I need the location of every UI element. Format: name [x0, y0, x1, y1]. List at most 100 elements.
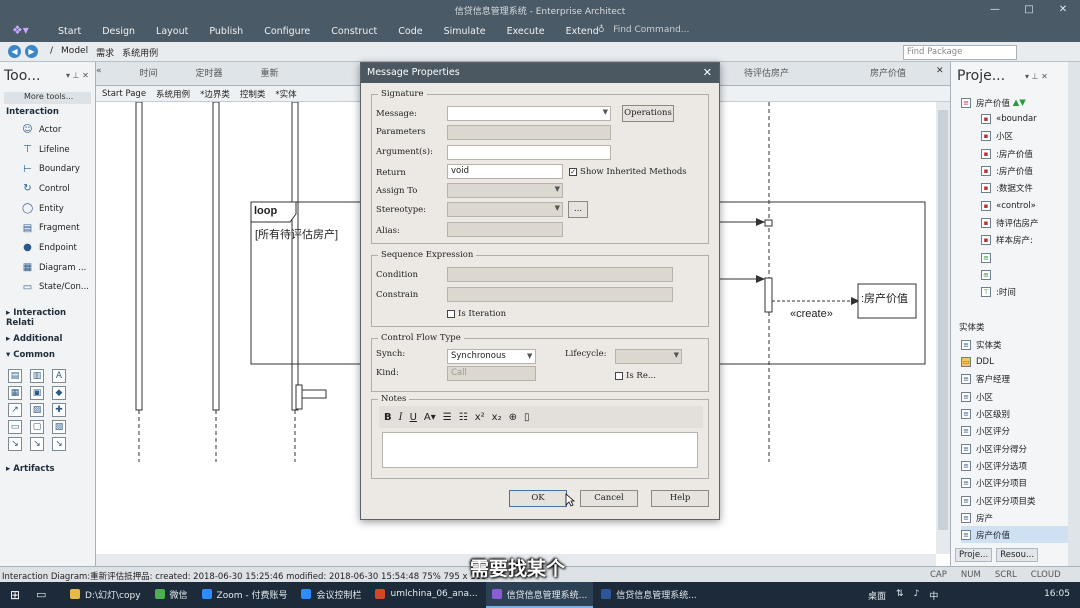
folder-icon[interactable]: ▭: [8, 420, 22, 435]
task-view-icon[interactable]: ▭: [36, 588, 46, 601]
tree-item[interactable]: ⊤:时间: [981, 283, 1080, 300]
object-label[interactable]: :房产价值: [861, 290, 908, 306]
synch-select[interactable]: Synchronous: [447, 349, 536, 364]
windows-start-icon[interactable]: ⊞: [10, 588, 20, 602]
close-icon[interactable]: ✕: [703, 66, 712, 79]
diagram-tab-value[interactable]: 房产价值: [870, 66, 906, 79]
note-icon[interactable]: ▤: [8, 369, 22, 384]
minimize-button[interactable]: —: [978, 0, 1012, 20]
entity-item[interactable]: ▭ DDL: [961, 353, 1079, 370]
trace-icon[interactable]: ↘: [30, 437, 44, 452]
diagram-tab-reassess[interactable]: 重新: [261, 66, 279, 79]
tool-diagram[interactable]: ▦ Diagram ...: [0, 258, 95, 278]
is-iteration-checkbox[interactable]: Is Iteration: [447, 309, 506, 319]
entity-section-header[interactable]: 实体类: [959, 321, 985, 333]
taskbar-app-meeting-controls[interactable]: 会议控制栏: [295, 582, 367, 608]
tree-item[interactable]: ▪:房产价值: [981, 162, 1080, 179]
tree-item[interactable]: ▪ «control»: [981, 197, 1080, 214]
menu-construct[interactable]: Construct: [331, 26, 377, 37]
breadcrumb-requirements[interactable]: 需求: [96, 46, 114, 59]
tree-root-value[interactable]: ≡ 房产价值 ▲ ▼: [961, 94, 1079, 111]
text-icon[interactable]: A: [52, 369, 66, 384]
image-icon[interactable]: ▨: [30, 403, 44, 418]
font-color-icon[interactable]: A▾: [424, 412, 436, 423]
diagram-tab-pending[interactable]: 待评估房产: [744, 66, 789, 79]
entity-item[interactable]: ≡ 小区评分选项: [961, 457, 1079, 474]
more-tools-button[interactable]: More tools...: [4, 92, 91, 104]
lifecycle-select[interactable]: ▼: [615, 349, 682, 364]
menu-extend[interactable]: Extend: [566, 26, 599, 37]
tool-state[interactable]: ▭ State/Con...: [0, 278, 95, 298]
tab-entity[interactable]: *实体: [275, 88, 296, 100]
forward-icon[interactable]: ▶: [25, 45, 38, 58]
tool-lifeline[interactable]: ⊤ Lifeline: [0, 140, 95, 160]
ime-indicator[interactable]: 中: [929, 589, 938, 602]
section-artifacts[interactable]: ▸ Artifacts: [0, 461, 95, 477]
menu-publish[interactable]: Publish: [209, 26, 243, 37]
ok-button[interactable]: OK: [509, 490, 567, 507]
return-field[interactable]: void: [447, 164, 563, 179]
constraint-icon[interactable]: ▥: [30, 369, 44, 384]
operations-button[interactable]: Operations: [622, 105, 674, 122]
parameters-field[interactable]: [447, 125, 611, 140]
show-inherited-checkbox[interactable]: ✓ Show Inherited Methods: [569, 167, 687, 177]
tree-item[interactable]: ▪ 待评估房产: [981, 214, 1080, 231]
menu-code[interactable]: Code: [398, 26, 422, 37]
package-icon[interactable]: ▢: [30, 420, 44, 435]
diagram-tab-time[interactable]: 时间: [140, 66, 158, 79]
tool-entity[interactable]: ◯ Entity: [0, 199, 95, 219]
superscript-icon[interactable]: x²: [475, 412, 485, 423]
tool-endpoint[interactable]: ● Endpoint: [0, 238, 95, 258]
bold-icon[interactable]: B: [384, 412, 392, 423]
constrain-field[interactable]: [447, 287, 673, 302]
cancel-button[interactable]: Cancel: [580, 490, 638, 507]
tree-item[interactable]: ▪:数据文件: [981, 179, 1080, 196]
taskbar-app-powerpoint[interactable]: umlchina_06_ana...: [369, 582, 483, 608]
menu-configure[interactable]: Configure: [264, 26, 310, 37]
alias-field[interactable]: [447, 222, 563, 237]
underline-icon[interactable]: U: [410, 412, 417, 423]
tree-item[interactable]: ▪ 小区: [981, 127, 1080, 144]
taskbar-app-ea[interactable]: 信贷信息管理系统...: [485, 582, 594, 608]
menu-design[interactable]: Design: [102, 26, 135, 37]
section-additional[interactable]: ▸ Additional: [0, 331, 95, 347]
network-icon[interactable]: ⇅: [896, 589, 904, 602]
numbered-list-icon[interactable]: ☷: [459, 412, 468, 423]
tab-boundary-class[interactable]: *边界类: [200, 88, 230, 100]
desktop-label[interactable]: 桌面: [868, 589, 886, 602]
assign-to-select[interactable]: ▼: [447, 183, 563, 198]
menu-start[interactable]: Start: [58, 26, 81, 37]
back-icon[interactable]: ◀: [8, 45, 21, 58]
condition-field[interactable]: [447, 267, 673, 282]
section-common[interactable]: ▾ Common: [0, 347, 95, 363]
hyperlink-icon[interactable]: ↗: [8, 403, 22, 418]
tab-project[interactable]: Proje...: [955, 548, 993, 562]
taskbar-app-word[interactable]: 信贷信息管理系统...: [595, 582, 703, 608]
vertical-scrollbar[interactable]: [936, 102, 950, 554]
start-side-strip[interactable]: [1068, 62, 1080, 566]
artifact-icon[interactable]: ◆: [52, 386, 66, 401]
tab-control-class[interactable]: 控制类: [240, 88, 266, 100]
arguments-field[interactable]: [447, 145, 611, 160]
requirement-icon[interactable]: ▧: [52, 420, 66, 435]
tool-fragment[interactable]: ▤ Fragment: [0, 218, 95, 238]
bullet-list-icon[interactable]: ☰: [443, 412, 452, 423]
entity-item[interactable]: ≡ 小区评分: [961, 422, 1079, 439]
is-return-checkbox[interactable]: Is Re...: [615, 371, 656, 381]
tab-resources[interactable]: Resou...: [996, 548, 1039, 562]
breadcrumb-model[interactable]: Model: [61, 46, 88, 59]
entity-item[interactable]: ≡ 小区评分项目: [961, 474, 1079, 491]
pin-icon[interactable]: ▾ ⊥ ✕: [66, 71, 89, 80]
hyperlink-icon[interactable]: ⊕: [509, 412, 517, 423]
breadcrumb-root[interactable]: /: [50, 46, 53, 59]
ea-logo-icon[interactable]: ❖▾: [12, 23, 29, 37]
entity-item[interactable]: ≡ 小区评分得分: [961, 440, 1079, 457]
tool-control[interactable]: ↻ Control: [0, 179, 95, 199]
notes-textarea[interactable]: [382, 432, 698, 468]
taskbar-app-explorer[interactable]: D:\幻灯\copy: [64, 582, 147, 608]
kind-select[interactable]: Call: [447, 366, 536, 381]
stereotype-select[interactable]: ▼: [447, 202, 563, 217]
down-arrow-icon[interactable]: ▼: [1019, 98, 1026, 108]
tree-item[interactable]: ▪ 样本房产:: [981, 231, 1080, 248]
volume-icon[interactable]: ♪: [914, 589, 920, 602]
